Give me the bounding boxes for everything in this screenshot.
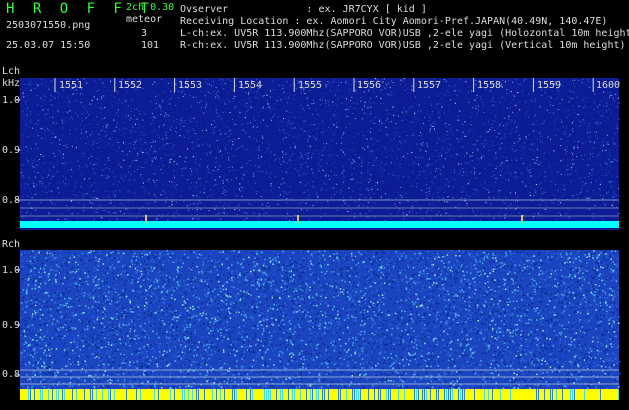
rch-baseline [20,389,619,400]
rch-tick-0-8: 0.8 [2,369,21,380]
rch-label: Rch [2,239,21,250]
time-label-1559: 1559 [537,80,562,91]
time-label-1558: 1558 [477,80,502,91]
axis-ticks [16,99,20,376]
lch-tick-1-0: 1.0 [2,95,21,106]
lch-baseline [20,221,619,228]
lch-label: Lch [2,66,21,77]
rch-tick-0-9: 0.9 [2,320,21,331]
time-label-1557: 1557 [417,80,442,91]
time-label-1600: 1600 [596,80,621,91]
lch-tick-0-9: 0.9 [2,145,21,156]
lch-tick-0-8: 0.8 [2,195,21,206]
time-label-1555: 1555 [298,80,323,91]
time-label-1554: 1554 [238,80,263,91]
spectrogram [16,78,621,400]
rch-tick-1-0: 1.0 [2,265,21,276]
time-label-1552: 1552 [118,80,143,91]
time-label-1553: 1553 [178,80,203,91]
time-label-1556: 1556 [357,80,382,91]
lch-unit: kHz [2,78,21,89]
lch-panel-background [20,78,619,230]
time-label-1551: 1551 [59,80,84,91]
